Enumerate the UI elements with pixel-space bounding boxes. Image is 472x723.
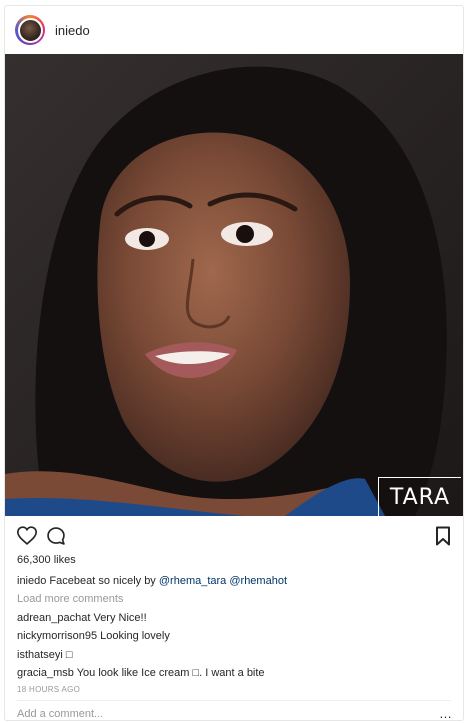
comment-text: Very Nice!! [90, 611, 147, 624]
post-username[interactable]: iniedo [55, 23, 90, 38]
bookmark-icon[interactable] [435, 526, 451, 551]
caption-mention[interactable]: @rhemahot [229, 575, 287, 587]
comment-username[interactable]: nickymorrison95 [17, 630, 97, 642]
load-more-comments-link[interactable]: Load more comments [17, 590, 457, 608]
post-caption: iniedo Facebeat so nicely by @rhema_tara… [17, 572, 457, 590]
caption-mention[interactable]: @rhema_tara [159, 575, 226, 587]
more-options-button[interactable]: … [439, 706, 453, 720]
comment-username[interactable]: adrean_pachat [17, 612, 90, 624]
comment-text: You look like Ice cream □. I want a bite [73, 666, 265, 679]
post-actions [5, 520, 463, 550]
avatar-image [17, 17, 43, 43]
watermark-text: TARA [389, 484, 451, 510]
add-comment-input[interactable] [17, 708, 417, 720]
portrait-photo [5, 54, 463, 516]
caption-text: Facebeat so nicely by [46, 575, 159, 587]
comment-item: nickymorrison95 Looking lovely [17, 627, 457, 645]
comment-item: isthatseyi □ [17, 646, 457, 664]
comment-username[interactable]: isthatseyi [17, 649, 63, 661]
heart-icon[interactable] [16, 526, 38, 550]
like-count[interactable]: 66,300 likes [17, 554, 76, 566]
caption-username[interactable]: iniedo [17, 575, 46, 587]
post-card: iniedo TARA 66,300 likes iniedo Facebeat… [4, 5, 464, 721]
speech-bubble-icon[interactable] [46, 526, 66, 551]
comment-item: gracia_msb You look like Ice cream □. I … [17, 664, 457, 682]
comment-item: adrean_pachat Very Nice!! [17, 609, 457, 627]
avatar[interactable] [15, 15, 45, 45]
comment-username[interactable]: gracia_msb [17, 667, 74, 679]
comment-text: Looking lovely [97, 630, 170, 643]
photo-watermark-logo: TARA [378, 477, 461, 516]
post-header: iniedo [5, 6, 463, 54]
comments-section: iniedo Facebeat so nicely by @rhema_tara… [17, 572, 457, 697]
post-timestamp[interactable]: 18 HOURS AGO [17, 683, 457, 697]
divider [17, 700, 451, 701]
comment-text: □ [62, 648, 73, 661]
post-photo[interactable]: TARA [5, 54, 463, 516]
